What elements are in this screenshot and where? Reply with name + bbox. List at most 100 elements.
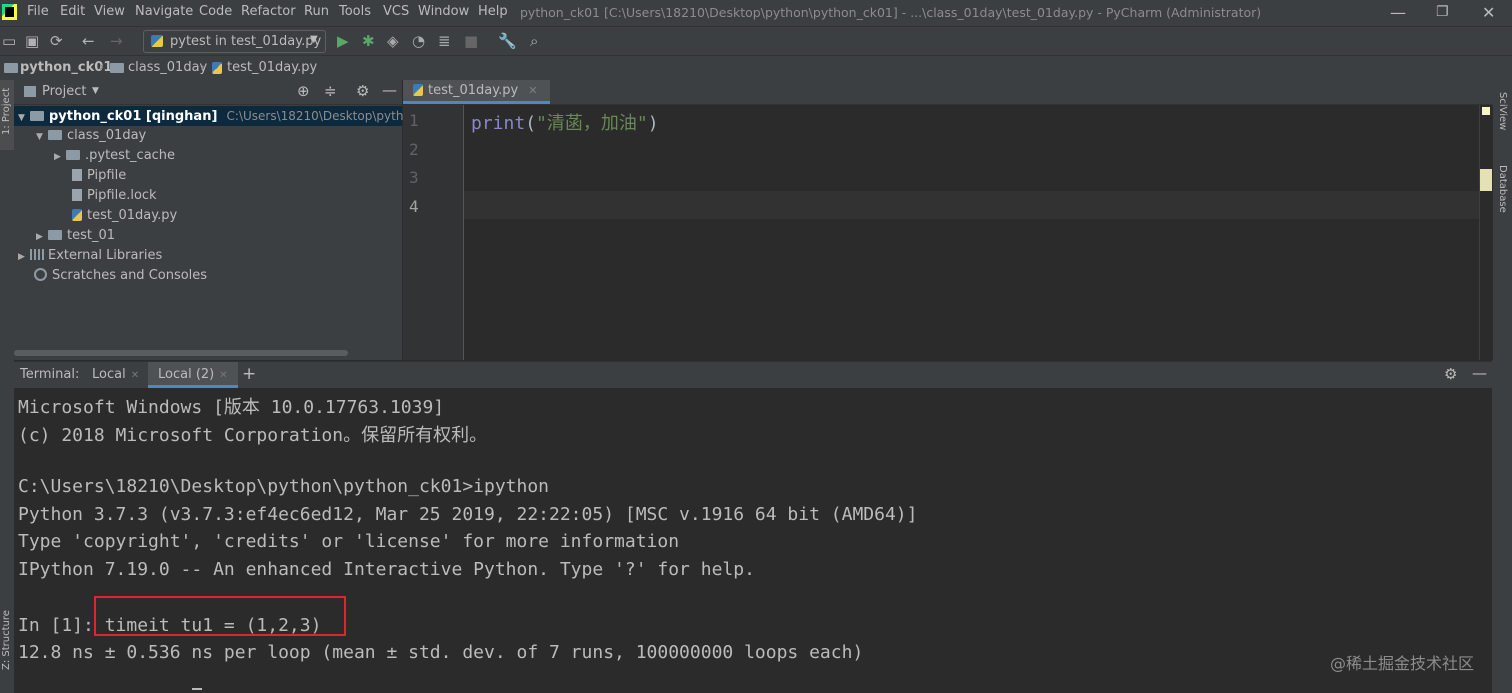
- tab-label: Local (2): [158, 367, 215, 382]
- menu-edit[interactable]: Edit: [60, 4, 85, 19]
- stop-icon[interactable]: ■: [464, 32, 478, 50]
- database-tool-label[interactable]: Database: [1497, 165, 1508, 213]
- left-tool-stripe: 1: Project Z: Structure: [0, 80, 14, 693]
- project-panel: Project ▼ ⊕ ≑ ⚙ — ▼ python_ck01 [qinghan]…: [14, 80, 437, 360]
- concurrency-icon[interactable]: ≣: [438, 32, 451, 50]
- wrench-icon[interactable]: 🔧: [498, 32, 517, 50]
- inspection-indicator[interactable]: [1482, 107, 1490, 115]
- project-view-selector[interactable]: Project: [42, 84, 86, 99]
- tree-item-pipfile[interactable]: Pipfile: [72, 166, 126, 186]
- tree-item-test-01[interactable]: ▶ test_01: [36, 226, 115, 246]
- run-config-dropdown[interactable]: pytest in test_01day.py ▼: [143, 30, 326, 53]
- settings-icon[interactable]: ⚙: [356, 82, 369, 100]
- collapse-arrow-icon[interactable]: ▶: [36, 227, 48, 247]
- breadcrumb-separator: ›: [99, 60, 105, 75]
- terminal-line: IPython 7.19.0 -- An enhanced Interactiv…: [18, 559, 755, 580]
- sync-icon[interactable]: ⟳: [50, 32, 63, 50]
- library-icon: [30, 249, 44, 260]
- structure-tool-label[interactable]: Z: Structure: [1, 610, 12, 670]
- expand-arrow-icon[interactable]: ▼: [36, 127, 48, 147]
- project-view-icon: [24, 86, 36, 97]
- terminal-tab-local-2[interactable]: Local (2) ✕: [148, 362, 238, 388]
- line-number: 1: [409, 111, 419, 130]
- chevron-down-icon[interactable]: ▼: [92, 86, 99, 96]
- menu-run[interactable]: Run: [304, 4, 329, 19]
- terminal-line: C:\Users\18210\Desktop\python\python_ck0…: [18, 476, 550, 497]
- menu-vcs[interactable]: VCS: [383, 4, 409, 19]
- forward-icon[interactable]: →: [110, 32, 123, 50]
- coverage-icon[interactable]: ◈: [387, 32, 399, 50]
- right-tool-stripe: SciView Database: [1492, 80, 1512, 693]
- save-icon[interactable]: ▣: [25, 32, 39, 50]
- highlight-annotation: [94, 596, 346, 636]
- python-file-icon: [72, 209, 82, 221]
- breadcrumb: python_ck01 › class_01day › test_01day.p…: [0, 55, 1512, 81]
- restore-icon[interactable]: ❐: [1436, 4, 1449, 20]
- collapse-icon[interactable]: ≑: [324, 82, 337, 100]
- code-string: "清菡，加油": [536, 113, 648, 134]
- editor-scrollbar[interactable]: [1479, 105, 1493, 360]
- terminal-output[interactable]: Microsoft Windows [版本 10.0.17763.1039] (…: [14, 388, 1492, 693]
- tree-item-external-libraries[interactable]: ▶ External Libraries: [18, 246, 162, 266]
- settings-icon[interactable]: ⚙: [1444, 365, 1457, 383]
- terminal-line: Type 'copyright', 'credits' or 'license'…: [18, 531, 680, 552]
- back-icon[interactable]: ←: [82, 32, 95, 50]
- tree-item-test-01day-py[interactable]: test_01day.py: [72, 206, 177, 226]
- open-folder-icon[interactable]: ▭: [2, 32, 16, 50]
- tab-test-01day-py[interactable]: test_01day.py ✕: [403, 80, 550, 104]
- terminal-line: 12.8 ns ± 0.536 ns per loop (mean ± std.…: [18, 642, 864, 663]
- debug-icon[interactable]: ✱: [362, 32, 375, 50]
- profile-icon[interactable]: ◔: [412, 32, 425, 50]
- menu-refactor[interactable]: Refactor: [241, 4, 296, 19]
- line-number: 4: [409, 197, 419, 216]
- breadcrumb-file[interactable]: test_01day.py: [227, 60, 317, 75]
- close-icon[interactable]: ✕: [1482, 3, 1495, 22]
- menu-file[interactable]: File: [27, 4, 49, 19]
- menu-help[interactable]: Help: [478, 4, 508, 19]
- locate-icon[interactable]: ⊕: [297, 82, 310, 100]
- terminal-tab-local[interactable]: Local ✕: [92, 367, 139, 382]
- new-terminal-icon[interactable]: +: [242, 364, 256, 384]
- code-paren: (: [525, 113, 537, 134]
- sciview-tool-label[interactable]: SciView: [1497, 92, 1508, 130]
- tree-item-pipfile-lock[interactable]: Pipfile.lock: [72, 186, 157, 206]
- menu-bar: File Edit View Navigate Code Refactor Ru…: [0, 0, 1512, 26]
- folder-icon: [110, 63, 124, 73]
- menu-tools[interactable]: Tools: [339, 4, 371, 19]
- tree-item-project-root[interactable]: ▼ python_ck01 [qinghan] C:\Users\18210\De…: [14, 106, 437, 128]
- folder-icon: [48, 230, 62, 240]
- tree-item-pytest-cache[interactable]: ▶ .pytest_cache: [54, 146, 175, 166]
- hide-icon[interactable]: —: [1472, 364, 1487, 382]
- tab-label: Local: [92, 367, 126, 382]
- tree-item-label: test_01: [67, 228, 116, 243]
- line-number-gutter: 1 2 3 4: [403, 105, 464, 360]
- code-editor[interactable]: 1 2 3 4 print("清菡，加油"): [403, 105, 1479, 360]
- collapse-arrow-icon[interactable]: ▶: [18, 247, 30, 267]
- tree-item-label: Pipfile.lock: [87, 188, 157, 203]
- window-title: python_ck01 [C:\Users\18210\Desktop\pyth…: [520, 5, 1262, 20]
- search-icon[interactable]: ⌕: [530, 32, 538, 50]
- tree-item-class-01day[interactable]: ▼ class_01day: [36, 126, 146, 146]
- hide-icon[interactable]: —: [382, 81, 397, 99]
- tab-close-icon[interactable]: ✕: [528, 84, 537, 97]
- collapse-arrow-icon[interactable]: ▶: [54, 147, 66, 167]
- menu-code[interactable]: Code: [199, 4, 232, 19]
- expand-arrow-icon[interactable]: ▼: [18, 108, 30, 128]
- tree-item-scratches[interactable]: Scratches and Consoles: [34, 266, 207, 286]
- menu-view[interactable]: View: [94, 4, 125, 19]
- run-icon[interactable]: ▶: [337, 32, 349, 50]
- breadcrumb-folder[interactable]: class_01day: [128, 60, 207, 75]
- line-number: 2: [409, 140, 419, 159]
- menu-navigate[interactable]: Navigate: [135, 4, 193, 19]
- terminal-line: Microsoft Windows [版本 10.0.17763.1039]: [18, 397, 445, 418]
- tab-close-icon[interactable]: ✕: [131, 370, 139, 381]
- minimize-icon[interactable]: —: [1390, 3, 1406, 22]
- scratches-icon: [34, 268, 47, 281]
- menu-window[interactable]: Window: [418, 4, 469, 19]
- horizontal-scrollbar[interactable]: [14, 350, 348, 356]
- folder-icon: [66, 150, 80, 160]
- tab-close-icon[interactable]: ✕: [219, 370, 227, 381]
- project-tool-label[interactable]: 1: Project: [1, 88, 12, 135]
- tree-item-label: Scratches and Consoles: [52, 268, 208, 283]
- current-line-highlight: [464, 191, 1479, 219]
